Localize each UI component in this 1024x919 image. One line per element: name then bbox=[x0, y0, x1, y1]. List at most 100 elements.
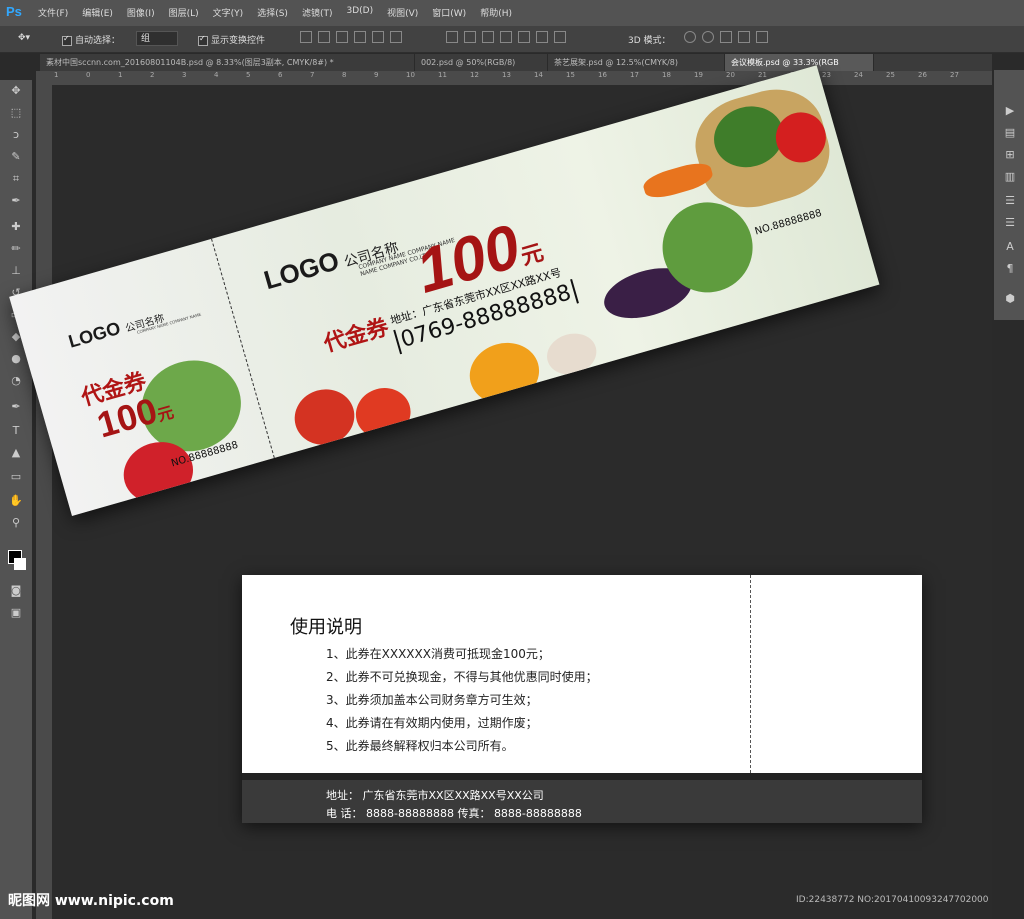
lasso-tool-icon[interactable]: ↄ bbox=[8, 128, 24, 142]
main-serial-number: NO.88888888 bbox=[753, 207, 824, 238]
quick-select-tool-icon[interactable]: ✎ bbox=[8, 150, 24, 164]
auto-align-icon[interactable] bbox=[554, 31, 566, 43]
back-footer: 地址： 广东省东莞市XX区XX路XX号XX公司 电 话： 8888-888888… bbox=[242, 780, 922, 823]
blur-tool-icon[interactable]: ● bbox=[8, 352, 24, 366]
ruler-tick: 20 bbox=[726, 71, 735, 79]
screen-mode-icon[interactable]: ▣ bbox=[8, 606, 24, 620]
ruler-tick: 11 bbox=[438, 71, 447, 79]
character-panel-icon[interactable]: A bbox=[1002, 240, 1018, 254]
ruler-tick: 6 bbox=[278, 71, 283, 79]
menu-file[interactable]: 文件(F) bbox=[38, 6, 68, 19]
carrot-image bbox=[640, 158, 716, 203]
menu-view[interactable]: 视图(V) bbox=[387, 6, 418, 19]
distribute-center-icon[interactable] bbox=[518, 31, 530, 43]
distribute-left-icon[interactable] bbox=[500, 31, 512, 43]
stub-logo: LOGO bbox=[66, 317, 123, 352]
paragraph-panel-icon[interactable]: ¶ bbox=[1002, 262, 1018, 276]
adjustments-panel-icon[interactable]: ☰ bbox=[1002, 194, 1018, 208]
menu-select[interactable]: 选择(S) bbox=[257, 6, 288, 19]
back-address: 地址： 广东省东莞市XX区XX路XX号XX公司 bbox=[326, 789, 544, 802]
distribute-top-icon[interactable] bbox=[446, 31, 458, 43]
toolbox: ✥ ⬚ ↄ ✎ ⌗ ✒ ✚ ✏ ⊥ ↺ ▭ ◆ ● ◔ ✒ T ▲ ▭ ✋ ⚲ … bbox=[0, 80, 32, 919]
background-color-icon[interactable] bbox=[14, 558, 26, 570]
actions-panel-icon[interactable]: ▤ bbox=[1002, 126, 1018, 140]
eyedropper-tool-icon[interactable]: ✒ bbox=[8, 194, 24, 208]
menu-3d[interactable]: 3D(D) bbox=[346, 6, 373, 19]
align-center-icon[interactable] bbox=[372, 31, 384, 43]
menu-bar: Ps 文件(F) 编辑(E) 图像(I) 图层(L) 文字(Y) 选择(S) 滤… bbox=[0, 0, 1024, 26]
auto-select-checkbox[interactable]: 自动选择： bbox=[62, 33, 120, 46]
menu-window[interactable]: 窗口(W) bbox=[432, 6, 466, 19]
stub-logo-block: LOGO 公司名称 COMPANY NAME COMPANY NAME bbox=[66, 295, 202, 353]
drag-3d-icon[interactable] bbox=[720, 31, 732, 43]
menu-image[interactable]: 图像(I) bbox=[127, 6, 155, 19]
path-select-tool-icon[interactable]: ▲ bbox=[8, 446, 24, 460]
align-top-icon[interactable] bbox=[300, 31, 312, 43]
quick-mask-icon[interactable]: ◙ bbox=[8, 584, 24, 598]
type-tool-icon[interactable]: T bbox=[8, 424, 24, 438]
ruler-tick: 1 bbox=[118, 71, 123, 79]
distribute-icons bbox=[446, 31, 572, 45]
layers-panel-icon[interactable]: ⊞ bbox=[1002, 148, 1018, 162]
ruler-tick: 19 bbox=[694, 71, 703, 79]
auto-select-dropdown[interactable]: 组 bbox=[136, 31, 178, 46]
3d-panel-icon[interactable]: ⬢ bbox=[1002, 292, 1018, 306]
ruler-tick: 1 bbox=[54, 71, 59, 79]
tab-document-4[interactable]: 会议模板.psd @ 33.3%(RGB bbox=[725, 54, 874, 71]
ruler-tick: 24 bbox=[854, 71, 863, 79]
align-right-icon[interactable] bbox=[390, 31, 402, 43]
usage-rule: 1、此券在XXXXXX消费可抵现金100元； bbox=[326, 647, 550, 661]
hand-tool-icon[interactable]: ✋ bbox=[8, 494, 24, 508]
ruler-tick: 15 bbox=[566, 71, 575, 79]
move-tool-icon[interactable]: ✥ bbox=[8, 84, 24, 98]
usage-rule: 2、此券不可兑换现金，不得与其他优惠同时使用； bbox=[326, 670, 598, 684]
marquee-tool-icon[interactable]: ⬚ bbox=[8, 106, 24, 120]
history-panel-icon[interactable]: ▶ bbox=[1002, 104, 1018, 118]
checkbox-icon bbox=[198, 34, 208, 46]
ruler-tick: 9 bbox=[374, 71, 379, 79]
distribute-right-icon[interactable] bbox=[536, 31, 548, 43]
distribute-bottom-icon[interactable] bbox=[482, 31, 494, 43]
menu-layer[interactable]: 图层(L) bbox=[169, 6, 199, 19]
menu-help[interactable]: 帮助(H) bbox=[480, 6, 512, 19]
photoshop-logo: Ps bbox=[6, 4, 22, 19]
properties-panel-icon[interactable]: ☰ bbox=[1002, 216, 1018, 230]
stamp-tool-icon[interactable]: ⊥ bbox=[8, 264, 24, 278]
slide-3d-icon[interactable] bbox=[738, 31, 750, 43]
pen-tool-icon[interactable]: ✒ bbox=[8, 400, 24, 414]
align-middle-icon[interactable] bbox=[318, 31, 330, 43]
ruler-tick: 21 bbox=[758, 71, 767, 79]
menu-items: 文件(F) 编辑(E) 图像(I) 图层(L) 文字(Y) 选择(S) 滤镜(T… bbox=[38, 6, 526, 19]
menu-type[interactable]: 文字(Y) bbox=[213, 6, 244, 19]
dodge-tool-icon[interactable]: ◔ bbox=[8, 374, 24, 388]
align-left-icon[interactable] bbox=[354, 31, 366, 43]
usage-rule: 5、此券最终解释权归本公司所有。 bbox=[326, 739, 514, 753]
align-bottom-icon[interactable] bbox=[336, 31, 348, 43]
tab-document-2[interactable]: 002.psd @ 50%(RGB/8) bbox=[415, 54, 548, 71]
ruler-tick: 7 bbox=[310, 71, 315, 79]
menu-filter[interactable]: 滤镜(T) bbox=[302, 6, 333, 19]
tab-document-1[interactable]: 素材中国sccnn.com_20160801104B.psd @ 8.33%(图… bbox=[40, 54, 415, 71]
roll-3d-icon[interactable] bbox=[702, 31, 714, 43]
scale-3d-icon[interactable] bbox=[756, 31, 768, 43]
ruler-top: 1 0 1 2 3 4 5 6 7 8 9 10 11 12 13 14 15 … bbox=[52, 71, 992, 85]
zoom-tool-icon[interactable]: ⚲ bbox=[8, 516, 24, 530]
ruler-tick: 23 bbox=[822, 71, 831, 79]
healing-brush-icon[interactable]: ✚ bbox=[8, 220, 24, 234]
show-transform-checkbox[interactable]: 显示变换控件 bbox=[198, 33, 265, 46]
document-tabs: 素材中国sccnn.com_20160801104B.psd @ 8.33%(图… bbox=[40, 54, 992, 71]
rotate-3d-icon[interactable] bbox=[684, 31, 696, 43]
shape-tool-icon[interactable]: ▭ bbox=[8, 470, 24, 484]
auto-select-label: 自动选择： bbox=[75, 36, 121, 46]
crop-tool-icon[interactable]: ⌗ bbox=[8, 172, 24, 186]
menu-edit[interactable]: 编辑(E) bbox=[82, 6, 113, 19]
distribute-middle-icon[interactable] bbox=[464, 31, 476, 43]
mode-3d-label: 3D 模式： bbox=[628, 36, 671, 46]
brush-tool-icon[interactable]: ✏ bbox=[8, 242, 24, 256]
tab-document-3[interactable]: 茶艺展架.psd @ 12.5%(CMYK/8) bbox=[548, 54, 725, 71]
move-tool-icon[interactable]: ✥▾ bbox=[18, 33, 30, 43]
ruler-corner bbox=[36, 71, 52, 85]
ruler-tick: 26 bbox=[918, 71, 927, 79]
main-logo: LOGO bbox=[260, 245, 343, 296]
channels-panel-icon[interactable]: ▥ bbox=[1002, 170, 1018, 184]
